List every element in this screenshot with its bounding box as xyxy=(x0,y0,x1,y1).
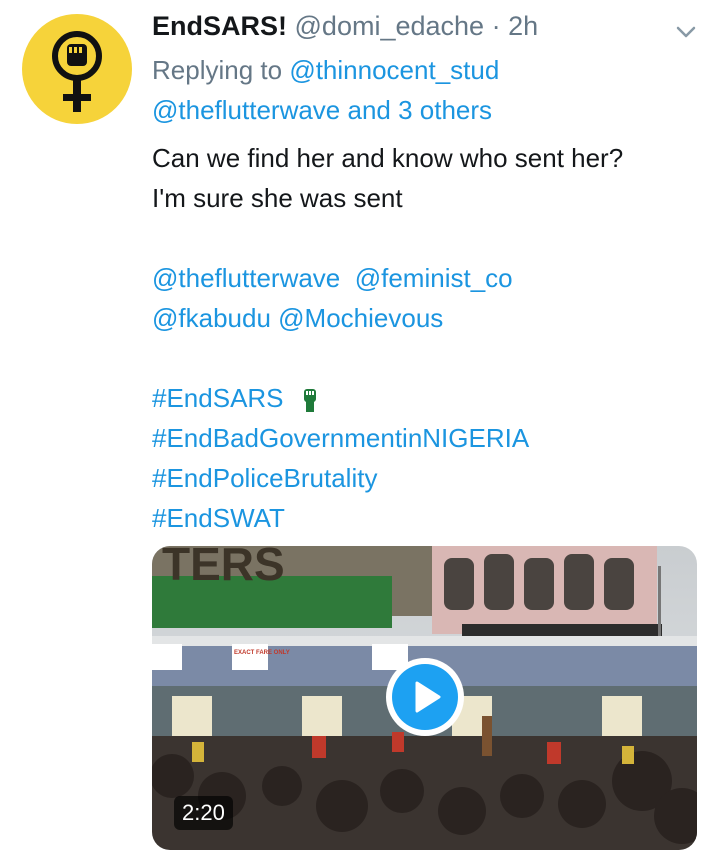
hashtag-link[interactable]: #EndPoliceBrutality xyxy=(152,458,712,498)
mention-link[interactable]: @feminist_co xyxy=(355,263,513,293)
chevron-down-icon[interactable] xyxy=(672,18,700,46)
display-name[interactable]: EndSARS! xyxy=(152,11,287,41)
hashtag-link[interactable]: #EndSARS xyxy=(152,383,284,413)
reply-others-link[interactable]: @theflutterwave and 3 others xyxy=(152,90,499,130)
avatar[interactable] xyxy=(22,14,132,124)
video-player[interactable]: TERS EXACT FARE ONLY 2:20 xyxy=(152,546,697,850)
green-raised-fist-icon xyxy=(303,389,316,413)
reply-context: Replying to @thinnocent_stud @theflutter… xyxy=(152,50,499,130)
raised-fist-female-symbol-icon xyxy=(52,31,102,112)
tweet-header: EndSARS! @domi_edache · 2h xyxy=(152,6,538,46)
tweet-text-line: Can we find her and know who sent her? xyxy=(152,143,624,173)
play-icon xyxy=(415,681,441,713)
mention-link[interactable]: @Mochievous xyxy=(278,303,443,333)
replying-to-label: Replying to xyxy=(152,55,283,85)
tweet-text-line: I'm sure she was sent xyxy=(152,183,403,213)
tweet-text: Can we find her and know who sent her? I… xyxy=(152,138,712,538)
play-button[interactable] xyxy=(386,658,464,736)
separator-dot: · xyxy=(491,11,501,41)
video-duration-badge: 2:20 xyxy=(174,796,233,830)
mention-link[interactable]: @fkabudu xyxy=(152,303,271,333)
user-handle[interactable]: @domi_edache xyxy=(295,11,485,41)
exact-fare-sign: EXACT FARE ONLY xyxy=(234,650,290,656)
hashtag-link[interactable]: #EndSWAT xyxy=(152,498,712,538)
billboard-text: TERS xyxy=(162,546,285,590)
mention-link[interactable]: @theflutterwave xyxy=(152,263,340,293)
timestamp[interactable]: 2h xyxy=(508,11,538,41)
hashtag-link[interactable]: #EndBadGovernmentinNIGERIA xyxy=(152,418,712,458)
reply-mention-link[interactable]: @thinnocent_stud xyxy=(289,55,499,85)
